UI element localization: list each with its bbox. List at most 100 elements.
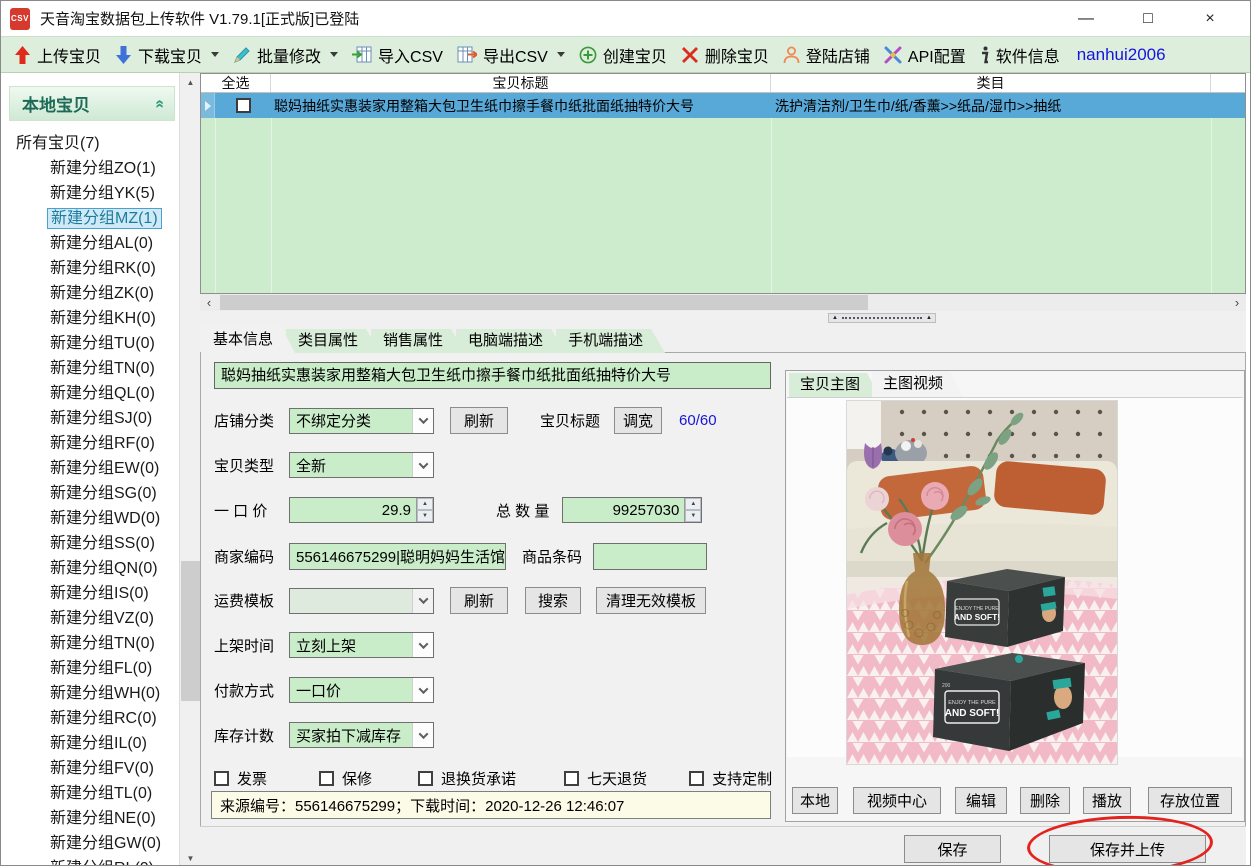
export-csv-dropdown-caret[interactable] bbox=[557, 52, 565, 57]
item-title-input[interactable]: 聪妈抽纸实惠装家用整箱大包卫生纸巾擦手餐巾纸批面纸抽特价大号 bbox=[214, 362, 771, 389]
sidebar-group-item[interactable]: 新建分组YK(5) bbox=[1, 181, 179, 206]
panel-splitter[interactable]: ▲ ▲ bbox=[200, 311, 1246, 326]
tab-main-image[interactable]: 宝贝主图 bbox=[789, 373, 880, 397]
spin-up-icon[interactable]: ▲ bbox=[417, 498, 433, 510]
sidebar-group-item[interactable]: 新建分组KH(0) bbox=[1, 306, 179, 331]
spin-up-icon[interactable]: ▲ bbox=[685, 498, 701, 510]
clean-invalid-templates-button[interactable]: 清理无效模板 bbox=[596, 587, 706, 614]
sidebar-group-item[interactable]: 新建分组FL(0) bbox=[1, 656, 179, 681]
sidebar-group-item[interactable]: 新建分组IL(0) bbox=[1, 731, 179, 756]
upload-items-button[interactable]: 上传宝贝 bbox=[7, 40, 108, 70]
maximize-button[interactable]: □ bbox=[1117, 2, 1179, 36]
sidebar-group-item[interactable]: 新建分组WD(0) bbox=[1, 506, 179, 531]
row-selector[interactable] bbox=[201, 93, 215, 118]
refresh-category-button[interactable]: 刷新 bbox=[450, 407, 508, 434]
sidebar-group-item-selected[interactable]: 新建分组MZ(1) bbox=[1, 206, 179, 231]
sidebar-group-item[interactable]: 新建分组QN(0) bbox=[1, 556, 179, 581]
delete-item-button[interactable]: 删除宝贝 bbox=[674, 40, 776, 70]
category-column-header[interactable]: 类目 bbox=[771, 74, 1211, 92]
minimize-button[interactable]: — bbox=[1055, 2, 1117, 36]
scroll-down-icon[interactable]: ▼ bbox=[180, 849, 201, 866]
spin-down-icon[interactable]: ▼ bbox=[685, 510, 701, 522]
download-dropdown-caret[interactable] bbox=[211, 52, 219, 57]
payment-method-select[interactable]: 一口价 bbox=[289, 677, 434, 703]
sidebar-group-item[interactable]: 新建分组RL(0) bbox=[1, 856, 179, 866]
scroll-left-icon[interactable]: ‹ bbox=[200, 294, 218, 311]
barcode-input[interactable] bbox=[593, 543, 707, 570]
sidebar-group-item[interactable]: 新建分组TU(0) bbox=[1, 331, 179, 356]
shipping-template-select[interactable] bbox=[289, 588, 434, 614]
tab-category-attrs[interactable]: 类目属性 bbox=[286, 329, 380, 353]
invoice-checkbox[interactable]: 发票 bbox=[214, 768, 267, 789]
delete-image-button[interactable]: 删除 bbox=[1020, 787, 1070, 814]
sidebar-group-item[interactable]: 新建分组NE(0) bbox=[1, 806, 179, 831]
chevron-down-icon[interactable] bbox=[412, 723, 433, 747]
save-button[interactable]: 保存 bbox=[904, 835, 1001, 863]
sidebar-scrollbar-thumb[interactable] bbox=[181, 561, 200, 701]
play-video-button[interactable]: 播放 bbox=[1083, 787, 1131, 814]
close-button[interactable]: × bbox=[1179, 2, 1241, 36]
video-center-button[interactable]: 视频中心 bbox=[853, 787, 941, 814]
sidebar-group-item[interactable]: 新建分组AL(0) bbox=[1, 231, 179, 256]
sidebar-group-item[interactable]: 新建分组EW(0) bbox=[1, 456, 179, 481]
chevron-down-icon[interactable] bbox=[412, 633, 433, 657]
listing-time-select[interactable]: 立刻上架 bbox=[289, 632, 434, 658]
sidebar-item-all[interactable]: 所有宝贝(7) bbox=[1, 131, 179, 156]
shop-category-select[interactable]: 不绑定分类 bbox=[289, 408, 434, 434]
sidebar-group-item[interactable]: 新建分组IS(0) bbox=[1, 581, 179, 606]
warranty-checkbox[interactable]: 保修 bbox=[319, 768, 372, 789]
sidebar-group-item[interactable]: 新建分组RC(0) bbox=[1, 706, 179, 731]
spin-down-icon[interactable]: ▼ bbox=[417, 510, 433, 522]
row-title-cell[interactable]: 聪妈抽纸实惠装家用整箱大包卫生纸巾擦手餐巾纸批面纸抽特价大号 bbox=[271, 93, 771, 118]
sidebar-scrollbar[interactable]: ▲ ▼ bbox=[179, 73, 200, 866]
software-info-button[interactable]: 软件信息 bbox=[973, 40, 1067, 70]
title-column-header[interactable]: 宝贝标题 bbox=[271, 74, 771, 92]
tab-mobile-description[interactable]: 手机端描述 bbox=[556, 329, 665, 353]
batch-edit-dropdown-caret[interactable] bbox=[330, 52, 338, 57]
tab-main-video[interactable]: 主图视频 bbox=[872, 371, 963, 397]
edit-image-button[interactable]: 编辑 bbox=[955, 787, 1007, 814]
storage-location-button[interactable]: 存放位置 bbox=[1148, 787, 1232, 814]
table-row[interactable]: 聪妈抽纸实惠装家用整箱大包卫生纸巾擦手餐巾纸批面纸抽特价大号 洗护清洁剂/卫生巾… bbox=[201, 93, 1245, 118]
api-config-button[interactable]: API配置 bbox=[877, 40, 973, 70]
table-horizontal-scrollbar[interactable]: ‹ › bbox=[200, 294, 1246, 311]
sidebar-group-item[interactable]: 新建分组TL(0) bbox=[1, 781, 179, 806]
sidebar-group-item[interactable]: 新建分组SS(0) bbox=[1, 531, 179, 556]
chevron-down-icon[interactable] bbox=[412, 589, 433, 613]
search-shipping-button[interactable]: 搜索 bbox=[525, 587, 581, 614]
tab-basic-info[interactable]: 基本信息 bbox=[201, 326, 295, 353]
sidebar-group-item[interactable]: 新建分组QL(0) bbox=[1, 381, 179, 406]
scroll-up-icon[interactable]: ▲ bbox=[180, 73, 201, 91]
sidebar-group-item[interactable]: 新建分组FV(0) bbox=[1, 756, 179, 781]
merchant-code-input[interactable]: 556146675299|聪明妈妈生活馆 bbox=[289, 543, 506, 570]
seven-day-return-checkbox[interactable]: 七天退货 bbox=[564, 768, 647, 789]
sidebar-group-item[interactable]: 新建分组GW(0) bbox=[1, 831, 179, 856]
tab-sales-attrs[interactable]: 销售属性 bbox=[371, 329, 465, 353]
save-and-upload-button[interactable]: 保存并上传 bbox=[1049, 835, 1206, 863]
import-csv-button[interactable]: 导入CSV bbox=[345, 40, 450, 70]
create-item-button[interactable]: 创建宝贝 bbox=[572, 40, 674, 70]
tab-pc-description[interactable]: 电脑端描述 bbox=[456, 329, 565, 353]
export-csv-button[interactable]: 导出CSV bbox=[450, 40, 572, 70]
return-promise-checkbox[interactable]: 退换货承诺 bbox=[418, 768, 516, 789]
refresh-shipping-button[interactable]: 刷新 bbox=[450, 587, 508, 614]
download-items-button[interactable]: 下载宝贝 bbox=[108, 40, 226, 70]
row-checkbox[interactable] bbox=[236, 98, 251, 113]
sidebar-group-item[interactable]: 新建分组ZK(0) bbox=[1, 281, 179, 306]
sidebar-group-item[interactable]: 新建分组TN(0) bbox=[1, 356, 179, 381]
horizontal-scrollbar-thumb[interactable] bbox=[220, 295, 868, 310]
chevron-down-icon[interactable] bbox=[412, 453, 433, 477]
sidebar-group-item[interactable]: 新建分组RK(0) bbox=[1, 256, 179, 281]
select-all-header[interactable]: 全选 bbox=[201, 74, 271, 92]
sidebar-group-item[interactable]: 新建分组ZO(1) bbox=[1, 156, 179, 181]
widen-title-button[interactable]: 调宽 bbox=[614, 407, 662, 434]
custom-support-checkbox[interactable]: 支持定制 bbox=[689, 768, 772, 789]
price-spinner[interactable]: 29.9 ▲▼ bbox=[289, 497, 434, 523]
chevron-down-icon[interactable] bbox=[412, 678, 433, 702]
chevron-down-icon[interactable] bbox=[412, 409, 433, 433]
scroll-right-icon[interactable]: › bbox=[1228, 294, 1246, 311]
sidebar-group-item[interactable]: 新建分组RF(0) bbox=[1, 431, 179, 456]
login-shop-button[interactable]: 登陆店铺 bbox=[776, 40, 877, 70]
splitter-handle[interactable]: ▲ ▲ bbox=[828, 313, 936, 323]
sidebar-group-item[interactable]: 新建分组VZ(0) bbox=[1, 606, 179, 631]
